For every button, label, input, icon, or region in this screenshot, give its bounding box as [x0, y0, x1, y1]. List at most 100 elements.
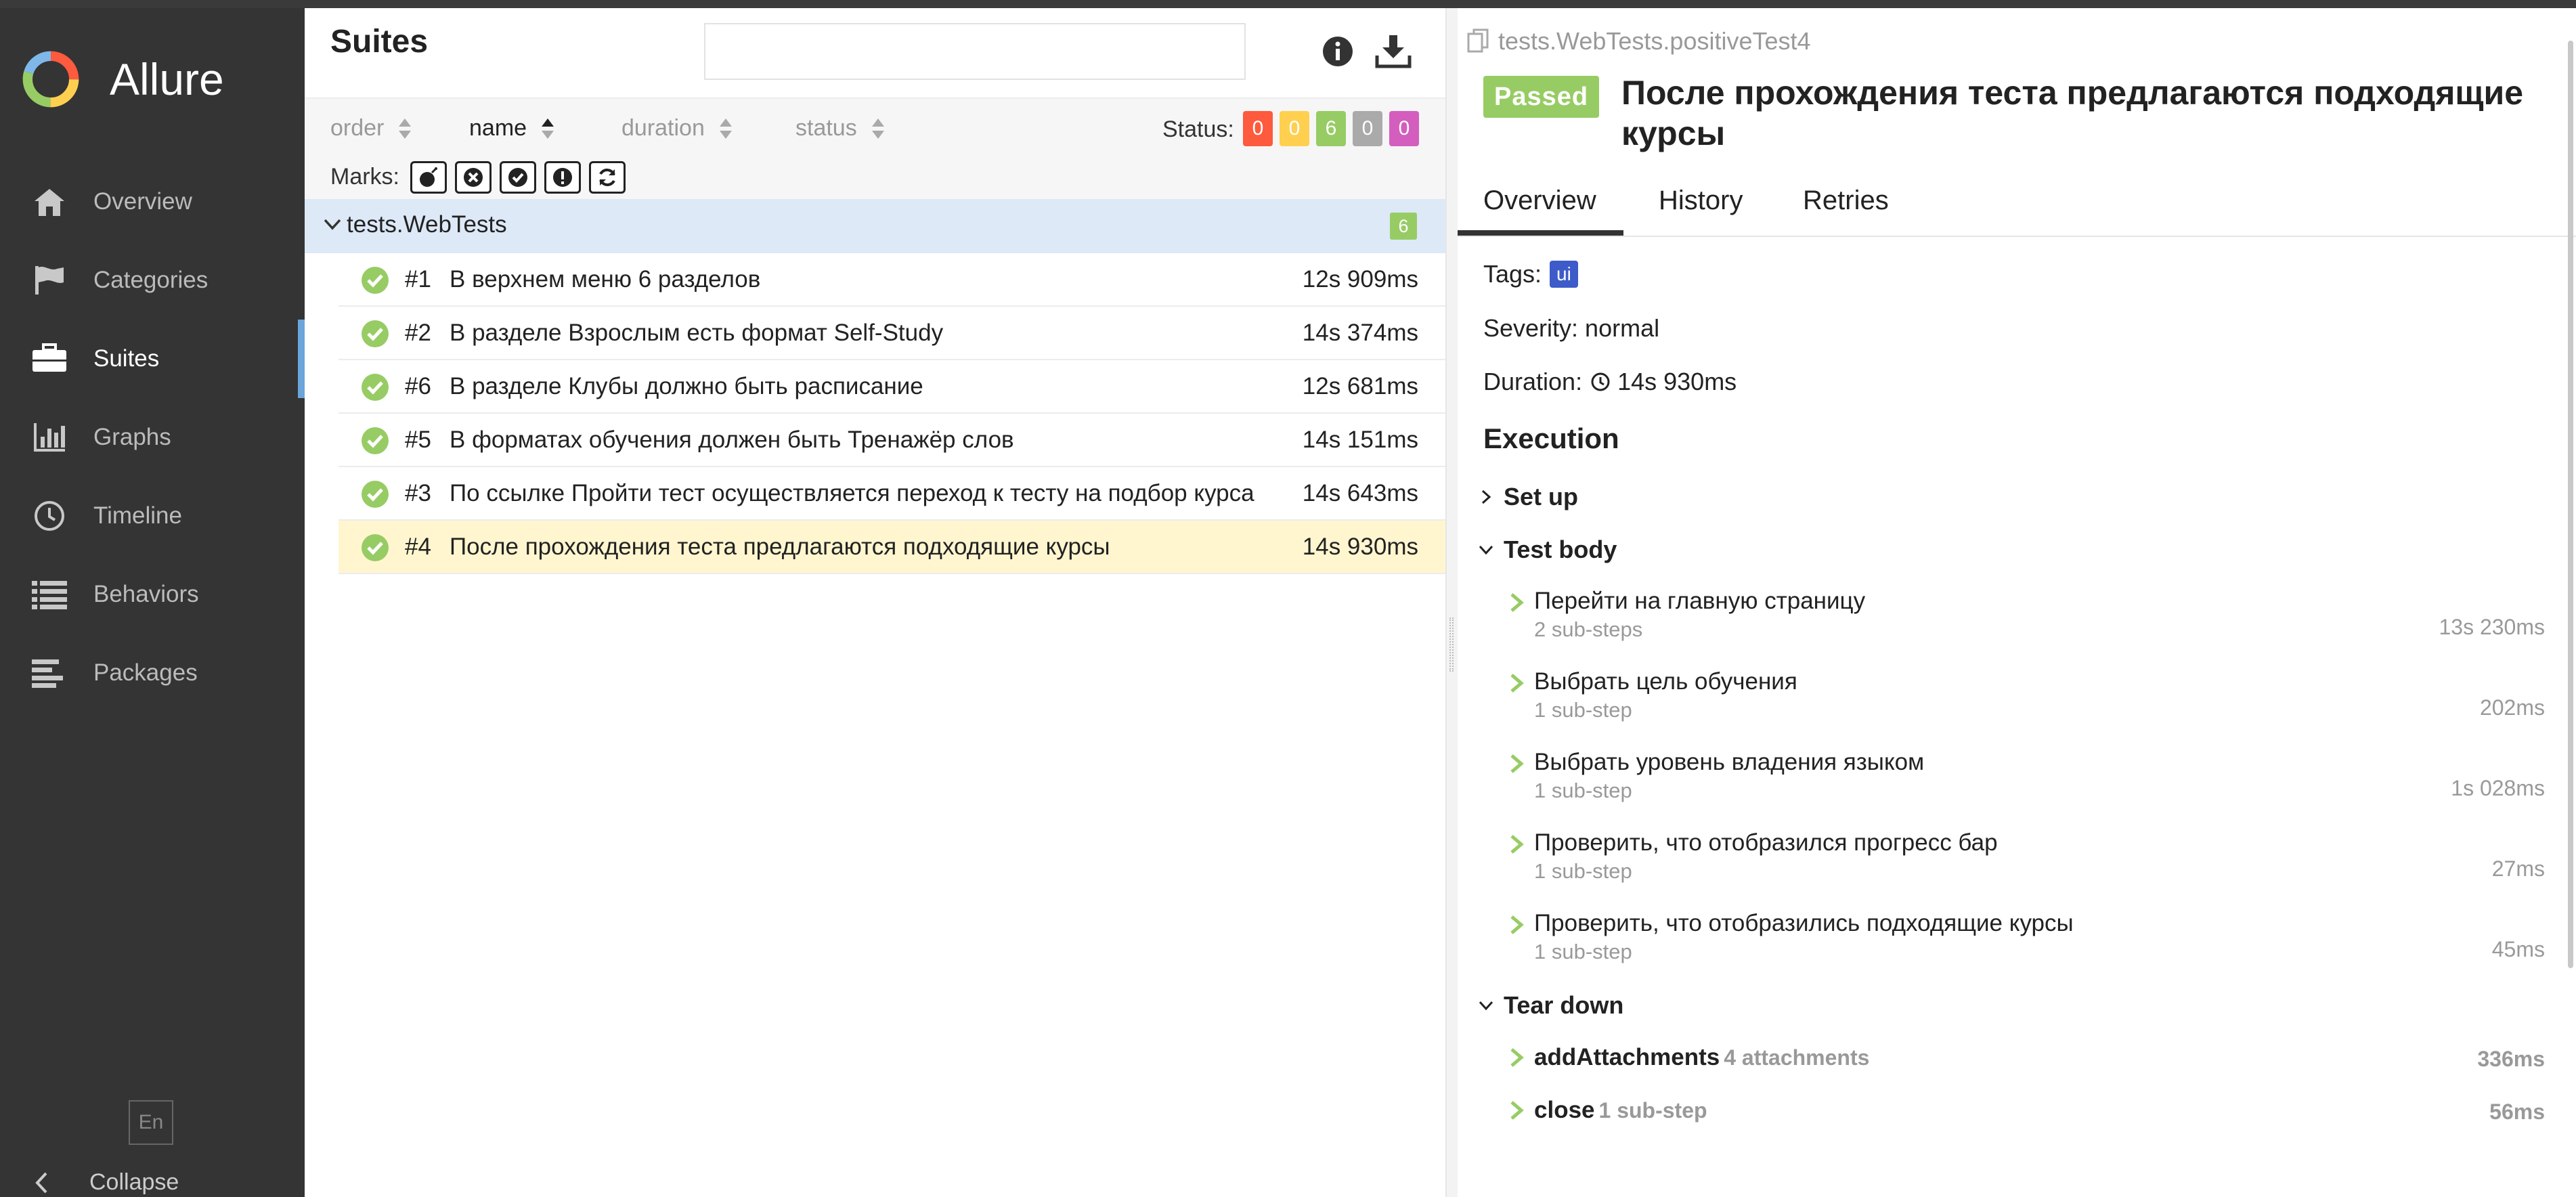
chevron-right-icon	[1481, 489, 1491, 504]
test-order: #5	[405, 426, 431, 453]
step-substeps: 1 sub-step	[1534, 859, 1632, 883]
test-full-name[interactable]: tests.WebTests.positiveTest4	[1467, 27, 1811, 56]
tab-bar: Overview History Retries	[1458, 171, 2576, 237]
sort-status-button[interactable]: status	[795, 115, 886, 142]
collapse-button[interactable]: Collapse	[34, 1169, 179, 1196]
sort-duration-button[interactable]: duration	[621, 115, 733, 142]
test-row[interactable]: #5 В форматах обучения должен быть Трена…	[339, 414, 1445, 467]
passed-status-icon	[362, 427, 389, 454]
mark-new-failed-toggle[interactable]	[455, 161, 492, 194]
chevron-down-icon	[1479, 1001, 1493, 1011]
step-duration: 27ms	[2491, 856, 2545, 881]
refresh-icon	[599, 169, 615, 186]
chevron-right-icon	[1510, 593, 1524, 612]
app-name: Allure	[110, 54, 224, 104]
sort-order-button[interactable]: order	[330, 115, 412, 142]
sort-label: status	[795, 115, 857, 141]
test-body-toggle[interactable]: Test body	[1478, 536, 1617, 564]
test-list: #1 В верхнем меню 6 разделов 12s 909ms #…	[339, 253, 1445, 574]
marks-bar: Marks:	[305, 160, 1445, 199]
tab-retries[interactable]: Retries	[1803, 186, 1889, 216]
tag-badge: ui	[1550, 261, 1578, 288]
tags-row: Tags: ui	[1483, 260, 1578, 288]
step-substeps: 1 sub-step	[1534, 779, 1632, 802]
sidebar-item-packages[interactable]: Packages	[0, 634, 305, 712]
window-top-strip	[0, 0, 2576, 8]
status-filter-label: Status:	[1162, 116, 1234, 142]
step-name: Проверить, что отобразился прогресс бар	[1534, 829, 1998, 856]
sidebar-item-graphs[interactable]: Graphs	[0, 398, 305, 477]
suite-group-row[interactable]: tests.WebTests 6	[305, 199, 1445, 253]
sidebar-item-categories[interactable]: Categories	[0, 241, 305, 320]
step-duration: 45ms	[2491, 937, 2545, 961]
step-attachments: 4 attachments	[1724, 1045, 1870, 1070]
severity-row: Severity: normal	[1483, 314, 1660, 342]
mark-retries-toggle[interactable]	[589, 161, 626, 194]
exclamation-circle-icon	[553, 168, 572, 187]
mark-new-passed-toggle[interactable]	[500, 161, 536, 194]
chevron-right-icon	[1510, 1101, 1524, 1120]
test-name: По ссылке Пройти тест осуществляется пер…	[450, 479, 1254, 506]
step-name: Выбрать цель обучения	[1534, 668, 1797, 695]
sidebar-item-suites[interactable]: Suites	[0, 320, 305, 398]
sidebar-item-behaviors[interactable]: Behaviors	[0, 555, 305, 634]
phase-label: Tear down	[1504, 991, 1624, 1019]
status-passed-toggle[interactable]: 6	[1316, 111, 1346, 146]
passed-status-icon	[362, 481, 389, 508]
tab-history[interactable]: History	[1659, 186, 1743, 216]
step-substeps: 1 sub-step	[1534, 940, 1632, 963]
step-duration: 202ms	[2479, 695, 2545, 720]
test-result-pane: tests.WebTests.positiveTest4 Passed Посл…	[1458, 8, 2576, 1197]
teardown-toggle[interactable]: Tear down	[1478, 991, 1623, 1020]
setup-toggle[interactable]: Set up	[1478, 483, 1578, 511]
passed-status-icon	[362, 320, 389, 347]
splitter-grip-icon[interactable]	[1449, 617, 1454, 672]
passed-status-icon	[362, 534, 389, 561]
download-icon[interactable]	[1374, 32, 1412, 70]
duration-value: 14s 930ms	[1617, 368, 1737, 395]
mark-flaky-toggle[interactable]	[410, 161, 447, 194]
test-name: В разделе Взрослым есть формат Self-Stud…	[450, 319, 944, 346]
tab-overview[interactable]: Overview	[1458, 186, 1623, 236]
sidebar-item-timeline[interactable]: Timeline	[0, 477, 305, 555]
scrollbar-thumb[interactable]	[2568, 41, 2573, 968]
suite-passed-count: 6	[1390, 213, 1417, 240]
status-failed-toggle[interactable]: 0	[1243, 111, 1273, 146]
test-duration: 14s 930ms	[1302, 533, 1418, 560]
test-name: После прохождения теста предлагаются под…	[450, 533, 1110, 560]
status-skipped-toggle[interactable]: 0	[1353, 111, 1382, 146]
test-duration: 12s 909ms	[1302, 265, 1418, 292]
status-broken-toggle[interactable]: 0	[1280, 111, 1309, 146]
test-row[interactable]: #2 В разделе Взрослым есть формат Self-S…	[339, 307, 1445, 360]
step-duration: 336ms	[2477, 1047, 2545, 1071]
chevron-right-icon	[1510, 674, 1524, 693]
sort-label: order	[330, 115, 385, 141]
list-icon	[30, 575, 69, 614]
clock-icon	[1591, 372, 1610, 391]
briefcase-icon	[30, 339, 69, 378]
info-icon[interactable]	[1320, 34, 1355, 69]
language-button[interactable]: En	[129, 1100, 173, 1145]
step-name: Проверить, что отобразились подходящие к…	[1534, 910, 2074, 936]
pane-splitter[interactable]	[1445, 8, 1458, 1197]
test-order: #1	[405, 265, 431, 292]
test-row-selected[interactable]: #4 После прохождения теста предлагаются …	[339, 521, 1445, 574]
allure-logo-icon	[22, 51, 79, 108]
sort-label: name	[469, 115, 527, 141]
copy-icon	[1467, 28, 1489, 53]
status-badge: Passed	[1483, 76, 1600, 118]
search-input[interactable]	[704, 23, 1246, 80]
test-row[interactable]: #1 В верхнем меню 6 разделов 12s 909ms	[339, 253, 1445, 307]
brand[interactable]: Allure	[20, 42, 224, 116]
align-left-icon	[30, 653, 69, 693]
status-unknown-toggle[interactable]: 0	[1389, 111, 1419, 146]
mark-new-broken-toggle[interactable]	[544, 161, 581, 194]
sidebar-item-overview[interactable]: Overview	[0, 162, 305, 241]
sidebar-item-label: Timeline	[93, 502, 182, 529]
test-row[interactable]: #6 В разделе Клубы должно быть расписани…	[339, 360, 1445, 414]
passed-status-icon	[362, 267, 389, 294]
test-row[interactable]: #3 По ссылке Пройти тест осуществляется …	[339, 467, 1445, 521]
test-name: В верхнем меню 6 разделов	[450, 265, 761, 292]
sort-name-button[interactable]: name	[469, 115, 555, 142]
phase-label: Test body	[1504, 536, 1617, 563]
